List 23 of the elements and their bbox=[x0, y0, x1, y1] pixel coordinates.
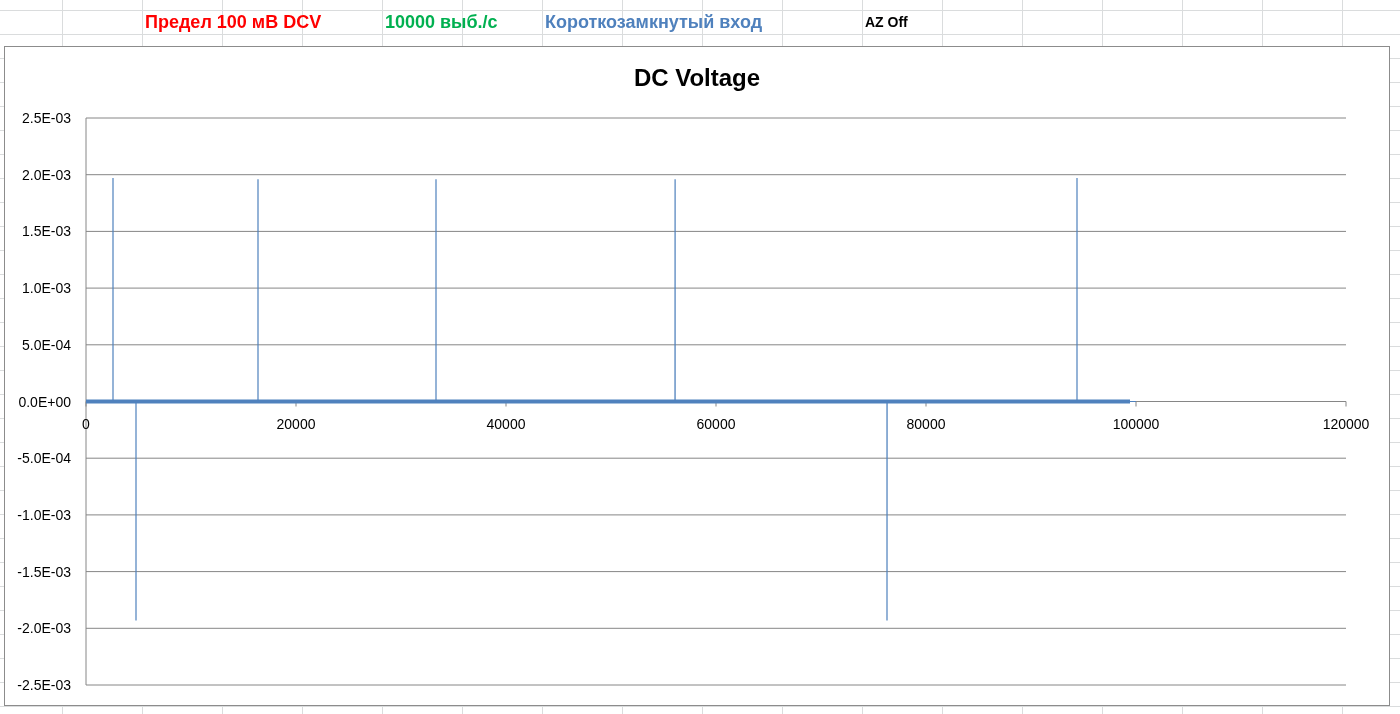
y-tick-label: -2.0E-03 bbox=[17, 620, 71, 637]
sheet-cell-text: 10000 выб./с bbox=[384, 11, 499, 33]
sheet-cell-text: AZ Off bbox=[864, 14, 909, 30]
y-tick-label: 2.0E-03 bbox=[21, 166, 71, 183]
x-tick-label: 120000 bbox=[1322, 415, 1370, 432]
x-tick-label: 40000 bbox=[486, 415, 526, 432]
y-tick-label: -1.5E-03 bbox=[17, 563, 71, 580]
y-tick-label: -5.0E-04 bbox=[17, 450, 71, 467]
y-tick-label: 1.5E-03 bbox=[21, 223, 71, 240]
x-tick-label: 80000 bbox=[906, 415, 946, 432]
x-tick-label: 20000 bbox=[276, 415, 316, 432]
y-tick-label: 5.0E-04 bbox=[21, 336, 71, 353]
chart-title: DC Voltage bbox=[633, 63, 761, 93]
y-tick-label: -1.0E-03 bbox=[17, 506, 71, 523]
y-tick-label: 0.0E+00 bbox=[18, 393, 71, 410]
sheet-cell-text: Предел 100 мВ DCV bbox=[144, 11, 323, 33]
y-tick-label: 2.5E-03 bbox=[21, 110, 71, 126]
y-tick-label: 1.0E-03 bbox=[21, 280, 71, 297]
x-tick-label: 60000 bbox=[696, 415, 736, 432]
x-tick-label: 100000 bbox=[1112, 415, 1160, 432]
y-tick-label: -2.5E-03 bbox=[17, 677, 71, 693]
sheet-cell-text: Короткозамкнутый вход bbox=[544, 11, 764, 33]
x-tick-label: 0 bbox=[82, 415, 90, 432]
